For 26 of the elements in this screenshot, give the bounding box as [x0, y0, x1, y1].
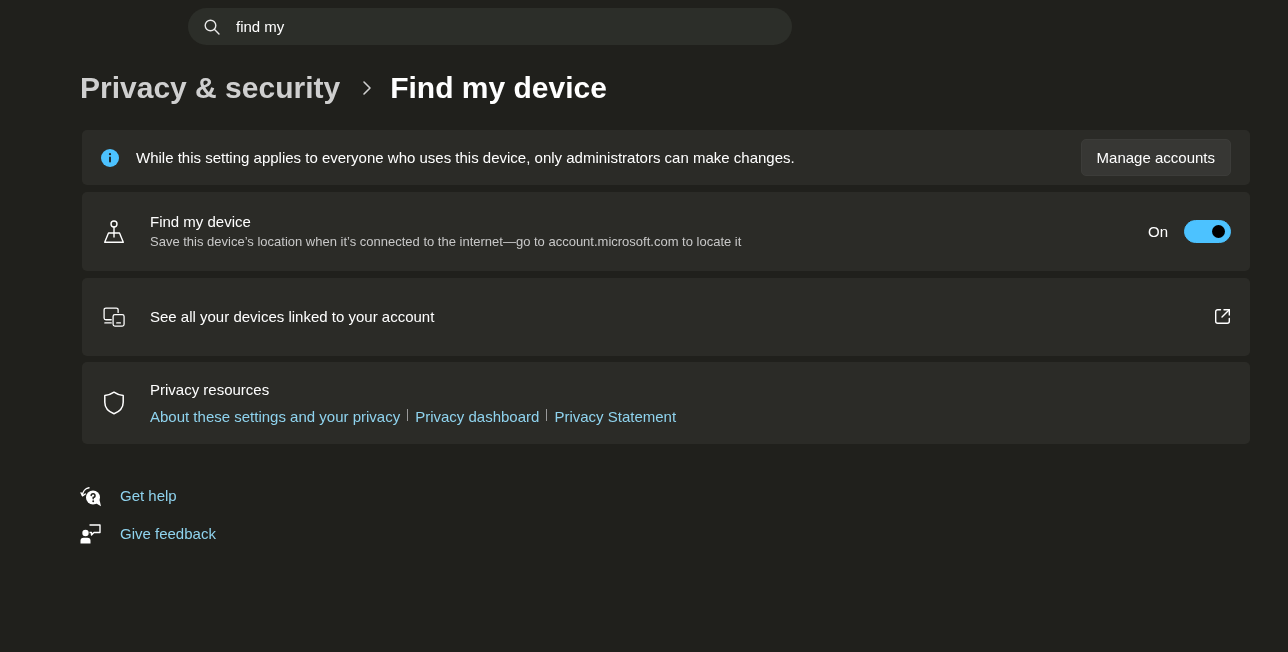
setting-title: Find my device	[150, 212, 252, 232]
page-title: Find my device	[390, 70, 607, 106]
info-icon	[101, 148, 119, 167]
setting-title: See all your devices linked to your account	[150, 306, 436, 327]
notice-text: While this setting applies to everyone who uses this device, only administrators can make changes.	[136, 149, 796, 166]
shield-icon	[103, 391, 125, 415]
search-icon	[204, 18, 220, 35]
privacy-link[interactable]: Privacy Statement	[554, 406, 677, 427]
help-chat-icon	[80, 485, 102, 507]
external-link-icon[interactable]	[1214, 308, 1231, 325]
feedback-icon	[80, 524, 101, 544]
breadcrumb-link[interactable]: Privacy & security	[80, 68, 341, 108]
chevron-icon	[362, 80, 373, 96]
setting-description: Save this device’s location when it’s connected to the internet—go to account.microsoft.com to locate it	[150, 233, 743, 251]
settings-card[interactable]: See all your devices linked to your account	[82, 277, 1250, 356]
help-link[interactable]: Get help	[120, 486, 177, 506]
search-field[interactable]: find my	[188, 8, 792, 45]
privacy-link[interactable]: Privacy dashboard	[415, 406, 540, 427]
setting-title: Privacy resources	[150, 379, 271, 400]
privacy-link[interactable]: About these settings and your privacy	[150, 406, 401, 427]
map-pin-icon	[103, 219, 125, 244]
devices-icon	[103, 305, 125, 328]
help-link[interactable]: Give feedback	[120, 524, 216, 544]
toggle-switch[interactable]	[1184, 220, 1231, 243]
toggle-state-label: On	[1148, 223, 1168, 240]
manage-accounts-button[interactable]: Manage accounts	[1080, 139, 1231, 176]
